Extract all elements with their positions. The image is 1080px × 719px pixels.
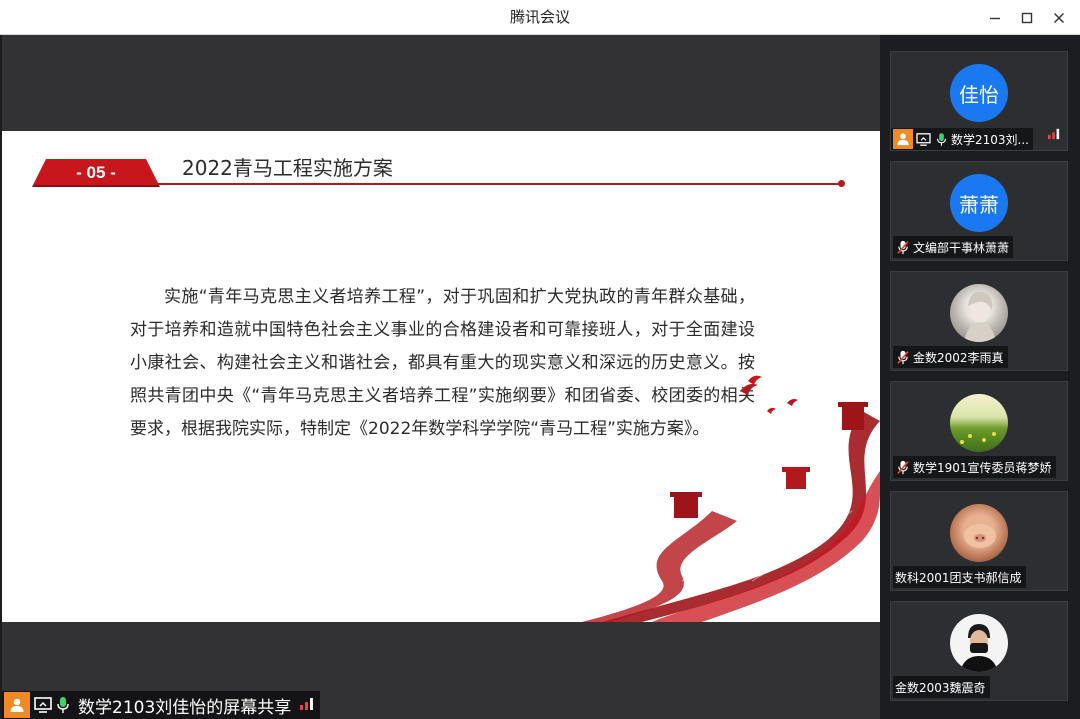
title-underline-dot <box>838 180 845 187</box>
participant-tile[interactable]: 数科2001团支书郝信成 <box>890 491 1068 591</box>
participant-tile[interactable]: 金数2003魏震奇 <box>890 601 1068 701</box>
minimize-button[interactable] <box>980 0 1010 35</box>
participant-tile[interactable]: 萧萧 文编部干事林萧萧 <box>890 161 1068 261</box>
participant-avatar: 佳怡 <box>950 64 1008 122</box>
network-signal-icon <box>1047 125 1061 144</box>
screen-sharer-person-icon <box>893 129 913 149</box>
shared-screen: - 05 - 2022青马工程实施方案 实施“青年马克思主义者培养工程”，对于巩… <box>2 35 880 719</box>
participant-avatar-photo <box>950 504 1008 562</box>
microphone-muted-icon <box>895 239 911 255</box>
screen-share-icon <box>34 696 52 714</box>
screen-share-icon <box>915 131 931 147</box>
participants-panel: 佳怡 数学2103刘... 萧萧 文编部干事林萧萧 金数2002李雨真 数学19… <box>880 35 1080 719</box>
presenter-avatar-icon <box>4 692 30 718</box>
title-underline <box>157 183 841 185</box>
stage-top-band <box>2 35 880 131</box>
microphone-muted-icon <box>895 459 911 475</box>
participant-label: 金数2003魏震奇 <box>893 676 990 698</box>
maximize-button[interactable] <box>1012 0 1042 35</box>
participant-label: 数学1901宣传委员蒋梦娇 <box>893 456 1056 478</box>
network-signal-icon <box>299 696 315 715</box>
microphone-on-icon[interactable] <box>54 696 72 714</box>
microphone-muted-icon <box>895 349 911 365</box>
participant-tile[interactable]: 数学1901宣传委员蒋梦娇 <box>890 381 1068 481</box>
participant-label: 数学2103刘... <box>891 128 1033 150</box>
participant-avatar-photo <box>950 614 1008 672</box>
window-title: 腾讯会议 <box>509 8 570 26</box>
participant-name: 数科2001团支书郝信成 <box>895 570 1022 585</box>
slide-title: 2022青马工程实施方案 <box>182 156 393 180</box>
presenter-name: 数学2103刘佳怡的屏幕共享 <box>78 697 292 718</box>
participant-name: 数学1901宣传委员蒋梦娇 <box>913 460 1052 475</box>
section-badge: - 05 - <box>76 163 116 182</box>
participant-tile[interactable]: 佳怡 数学2103刘... <box>890 51 1068 151</box>
participant-name: 金数2002李雨真 <box>913 350 1004 365</box>
presentation-slide: - 05 - 2022青马工程实施方案 实施“青年马克思主义者培养工程”，对于巩… <box>2 131 880 622</box>
participant-name: 金数2003魏震奇 <box>895 680 986 695</box>
participant-avatar-photo <box>950 394 1008 452</box>
maximize-icon <box>1021 12 1033 23</box>
participant-avatar-photo <box>950 284 1008 342</box>
participant-name: 数学2103刘... <box>951 132 1029 147</box>
participant-tile[interactable]: 金数2002李雨真 <box>890 271 1068 371</box>
participant-name: 文编部干事林萧萧 <box>913 240 1010 255</box>
close-button[interactable] <box>1044 0 1074 35</box>
participant-label: 金数2002李雨真 <box>893 346 1008 368</box>
minimize-icon <box>990 17 1000 19</box>
participant-label: 数科2001团支书郝信成 <box>893 566 1026 588</box>
screen-share-label[interactable]: 数学2103刘佳怡的屏幕共享 <box>2 691 320 719</box>
great-wall-illustration <box>582 375 880 622</box>
participant-label: 文编部干事林萧萧 <box>893 236 1014 258</box>
window-titlebar: 腾讯会议 <box>0 0 1080 35</box>
close-icon <box>1054 12 1064 23</box>
participant-avatar: 萧萧 <box>950 174 1008 232</box>
person-icon <box>10 698 24 712</box>
microphone-on-icon <box>933 131 949 147</box>
